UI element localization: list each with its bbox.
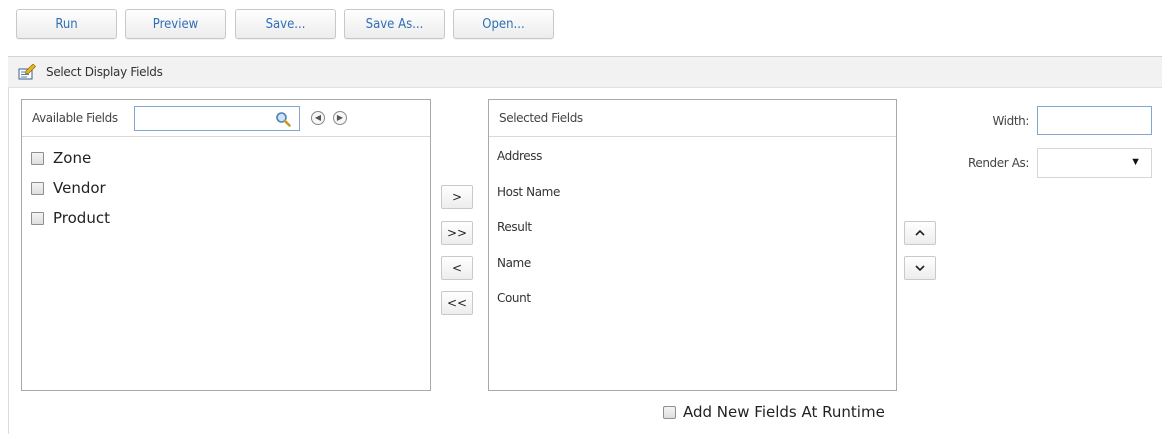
runtime-checkbox-label: Add New Fields At Runtime [683,403,885,421]
selected-fields-panel: Selected Fields Address Host Name Result… [488,99,897,391]
circle-right-icon[interactable]: ▶ [333,111,347,125]
circle-left-icon[interactable]: ◀ [311,111,325,125]
available-fields-panel: Available Fields ◀ ▶ Zone Vendor Product [21,99,431,391]
available-field-label: Product [53,209,110,227]
search-input[interactable] [134,106,300,131]
chevron-up-icon [915,229,925,236]
selected-field-item[interactable]: Name [497,256,531,270]
save-as-button[interactable]: Save As... [344,9,445,39]
render-as-label: Render As: [967,156,1029,170]
section-header: Select Display Fields [8,56,1162,88]
available-fields-label: Available Fields [32,111,118,125]
selected-field-item[interactable]: Host Name [497,185,560,199]
runtime-checkbox[interactable] [663,406,676,419]
selected-field-item[interactable]: Address [497,149,542,163]
add-selected-button[interactable]: > [441,185,473,209]
edit-fields-icon [18,64,36,80]
render-as-select[interactable]: ▼ [1037,148,1152,178]
remove-selected-button[interactable]: < [441,256,473,280]
search-icon[interactable] [275,111,291,127]
run-button[interactable]: Run [16,9,117,39]
checkbox[interactable] [31,212,44,225]
move-down-button[interactable] [904,256,936,280]
selected-fields-label: Selected Fields [499,111,583,125]
add-all-button[interactable]: >> [441,221,473,245]
checkbox[interactable] [31,182,44,195]
available-field-label: Zone [53,149,92,167]
selected-field-item[interactable]: Count [497,291,531,305]
checkbox[interactable] [31,152,44,165]
available-fields-header: Available Fields ◀ ▶ [22,100,430,137]
width-label: Width: [992,114,1029,128]
section-title: Select Display Fields [46,65,163,79]
available-field-label: Vendor [53,179,106,197]
section-divider [8,88,9,434]
width-input[interactable] [1037,106,1152,135]
chevron-down-icon [915,265,925,272]
save-button[interactable]: Save... [235,9,336,39]
move-up-button[interactable] [904,221,936,245]
selected-field-item[interactable]: Result [497,220,532,234]
preview-button[interactable]: Preview [125,9,226,39]
selected-fields-header: Selected Fields [489,100,896,137]
remove-all-button[interactable]: << [441,291,473,315]
dropdown-arrow-icon: ▼ [1130,156,1141,168]
open-button[interactable]: Open... [453,9,554,39]
